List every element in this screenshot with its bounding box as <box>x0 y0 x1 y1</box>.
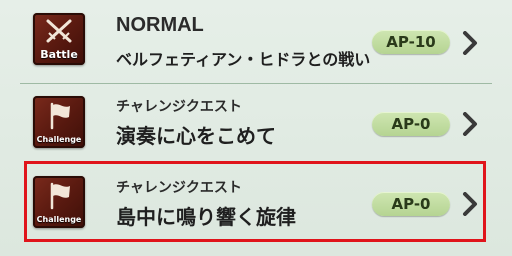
badge-label: Battle <box>40 48 78 61</box>
quest-subtitle: NORMAL <box>116 14 204 36</box>
ap-cost-badge: AP-0 <box>372 112 450 136</box>
flag-icon <box>50 102 70 130</box>
badge-label: Challenge <box>36 135 82 144</box>
quest-title: 演奏に心をこめて <box>116 124 276 148</box>
chevron-right-icon[interactable] <box>462 112 478 136</box>
quest-item-challenge-1[interactable]: Challenge チャレンジクエスト 演奏に心をこめて AP-0 <box>0 84 512 160</box>
challenge-badge: Challenge <box>33 96 85 148</box>
chevron-right-icon[interactable] <box>462 31 478 55</box>
chevron-right-icon[interactable] <box>462 192 478 216</box>
quest-list: Battle NORMAL ベルフェティアン・ヒドラとの戦い AP-10 Cha… <box>0 0 512 256</box>
challenge-badge: Challenge <box>33 176 85 228</box>
quest-item-normal-battle[interactable]: Battle NORMAL ベルフェティアン・ヒドラとの戦い AP-10 <box>0 0 512 82</box>
flag-icon <box>50 182 70 210</box>
battle-badge: Battle <box>33 13 85 65</box>
badge-label: Challenge <box>36 215 82 224</box>
ap-cost-badge: AP-10 <box>372 30 450 54</box>
crossed-swords-icon <box>46 19 72 43</box>
quest-subtitle: チャレンジクエスト <box>116 180 242 196</box>
quest-title: 島中に鳴り響く旋律 <box>116 205 296 229</box>
quest-subtitle: チャレンジクエスト <box>116 99 242 115</box>
quest-title: ベルフェティアン・ヒドラとの戦い <box>116 50 371 69</box>
quest-item-challenge-2[interactable]: Challenge チャレンジクエスト 島中に鳴り響く旋律 AP-0 <box>0 161 512 242</box>
ap-cost-badge: AP-0 <box>372 192 450 216</box>
